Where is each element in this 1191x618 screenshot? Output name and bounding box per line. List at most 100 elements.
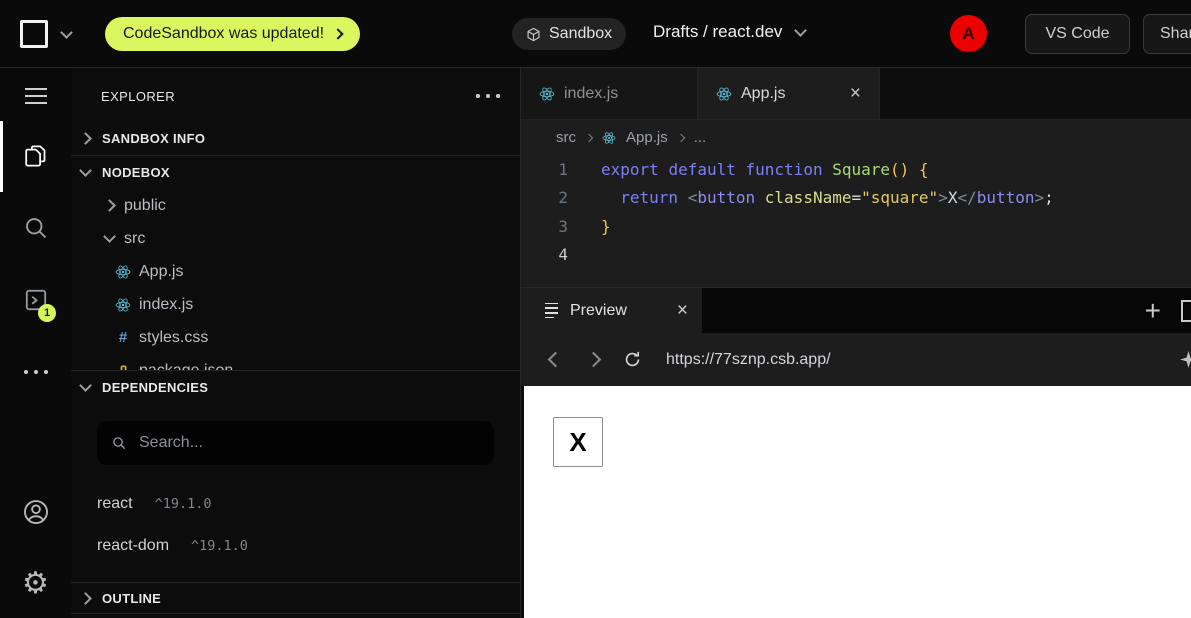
chevron-right-icon bbox=[79, 592, 92, 605]
explorer-more-icon[interactable] bbox=[476, 94, 500, 98]
sandbox-badge-label: Sandbox bbox=[549, 25, 612, 43]
codesandbox-app: CodeSandbox was updated! Sandbox Drafts … bbox=[0, 0, 1191, 618]
section-nodebox[interactable]: NODEBOX bbox=[71, 156, 520, 189]
file-tree-item[interactable]: #styles.css bbox=[71, 321, 520, 354]
explorer-panel: EXPLORER SANDBOX INFO NODEBOX public src A… bbox=[71, 68, 521, 618]
react-icon bbox=[115, 297, 131, 313]
file-name: index.js bbox=[139, 296, 193, 314]
preview-url[interactable]: https://77sznp.csb.app/ bbox=[666, 351, 831, 369]
devtools-view-button[interactable]: 1 bbox=[0, 286, 71, 314]
gear-icon: ⚙ bbox=[22, 569, 49, 599]
main-menu-button[interactable] bbox=[0, 82, 71, 110]
sandbox-badge[interactable]: Sandbox bbox=[512, 18, 626, 50]
section-label: SANDBOX INFO bbox=[102, 131, 205, 146]
tab-label: index.js bbox=[564, 85, 618, 103]
editor-tab-bar: index.js App.js × bbox=[521, 68, 1191, 120]
add-pane-icon[interactable]: + bbox=[1145, 295, 1161, 327]
preview-url-bar: https://77sznp.csb.app/ bbox=[521, 333, 1191, 386]
chevron-down-icon bbox=[795, 24, 808, 37]
activity-bar: 1 ⚙ bbox=[0, 68, 71, 618]
chevron-down-icon bbox=[103, 230, 116, 243]
react-icon bbox=[602, 131, 616, 145]
devtools-badge: 1 bbox=[38, 304, 56, 322]
preview-square-button[interactable]: X bbox=[553, 417, 603, 467]
settings-button[interactable]: ⚙ bbox=[0, 570, 71, 598]
file-tree-item[interactable]: {} package.json bbox=[71, 354, 520, 370]
breadcrumb-folder[interactable]: src bbox=[556, 129, 576, 146]
search-icon bbox=[111, 435, 127, 451]
dependency-search-box bbox=[97, 421, 494, 465]
close-tab-icon[interactable]: × bbox=[850, 84, 861, 103]
dependency-row[interactable]: react-dom^19.1.0 bbox=[71, 525, 520, 567]
file-tree-item[interactable]: index.js bbox=[71, 288, 520, 321]
css-file-icon: # bbox=[115, 329, 131, 346]
line-number: 2 bbox=[521, 188, 601, 207]
line-number: 1 bbox=[521, 160, 601, 179]
file-name: package.json bbox=[139, 362, 233, 371]
chevron-right-icon bbox=[79, 132, 92, 145]
sparkle-icon[interactable] bbox=[1180, 351, 1191, 368]
outline-block: OUTLINE bbox=[71, 582, 520, 618]
code-line[interactable]: 2 return <button className="square">X</b… bbox=[521, 184, 1191, 213]
files-icon bbox=[22, 142, 50, 170]
react-icon bbox=[115, 264, 131, 280]
refresh-button[interactable] bbox=[623, 350, 642, 369]
chevron-right-icon bbox=[585, 133, 593, 141]
avatar-letter: A bbox=[962, 24, 974, 44]
file-name: public bbox=[124, 197, 166, 215]
more-views-button[interactable] bbox=[0, 358, 71, 386]
preview-content: X bbox=[521, 386, 1191, 618]
chevron-right-icon bbox=[332, 28, 343, 39]
tab-app-js[interactable]: App.js × bbox=[698, 68, 880, 119]
refresh-icon bbox=[623, 350, 642, 369]
react-icon bbox=[539, 86, 555, 102]
code-editor[interactable]: 1export default function Square() {2 ret… bbox=[521, 155, 1191, 287]
preview-tab-label: Preview bbox=[570, 302, 627, 320]
chevron-down-icon bbox=[79, 164, 92, 177]
code-line[interactable]: 3} bbox=[521, 212, 1191, 241]
chevron-down-icon bbox=[79, 379, 92, 392]
explorer-view-button[interactable] bbox=[0, 142, 71, 170]
code-line[interactable]: 1export default function Square() { bbox=[521, 155, 1191, 184]
section-sandbox-info[interactable]: SANDBOX INFO bbox=[71, 121, 520, 155]
cube-icon bbox=[526, 27, 541, 42]
chevron-right-icon bbox=[676, 133, 684, 141]
chevron-down-icon bbox=[60, 26, 73, 39]
open-pane-icon[interactable] bbox=[1181, 300, 1191, 322]
project-path-menu[interactable]: Drafts / react.dev bbox=[653, 22, 805, 42]
section-dependencies[interactable]: DEPENDENCIES bbox=[71, 371, 520, 404]
account-button[interactable] bbox=[0, 498, 71, 526]
account-icon bbox=[21, 497, 51, 527]
section-outline[interactable]: OUTLINE bbox=[71, 583, 520, 613]
explorer-header: EXPLORER bbox=[71, 81, 520, 111]
topbar: CodeSandbox was updated! Sandbox Drafts … bbox=[0, 0, 1191, 68]
vscode-button[interactable]: VS Code bbox=[1025, 14, 1130, 54]
tab-index-js[interactable]: index.js bbox=[521, 68, 698, 119]
app-logo-menu[interactable] bbox=[20, 20, 71, 48]
file-tree: public src App.js index.js #styles.css {} pack… bbox=[71, 189, 520, 370]
file-tree-item[interactable]: public bbox=[71, 189, 520, 222]
dependency-name: react bbox=[97, 495, 133, 513]
line-number: 4 bbox=[521, 245, 601, 264]
file-tree-item[interactable]: App.js bbox=[71, 255, 520, 288]
json-file-icon: {} bbox=[115, 363, 131, 370]
update-banner-button[interactable]: CodeSandbox was updated! bbox=[105, 17, 360, 51]
close-preview-icon[interactable]: × bbox=[677, 300, 688, 322]
back-button[interactable] bbox=[547, 354, 563, 365]
ellipsis-icon bbox=[24, 370, 48, 374]
preview-tab-row: Preview × + bbox=[521, 287, 1191, 333]
chevron-right-icon bbox=[103, 199, 116, 212]
file-tree-item[interactable]: src bbox=[71, 222, 520, 255]
dependency-search-input[interactable] bbox=[137, 433, 480, 453]
preview-tab[interactable]: Preview × bbox=[521, 288, 702, 333]
breadcrumb-file[interactable]: App.js bbox=[626, 129, 668, 146]
dependency-row[interactable]: react^19.1.0 bbox=[71, 483, 520, 525]
breadcrumb-more[interactable]: ... bbox=[694, 129, 707, 146]
file-name: src bbox=[124, 230, 145, 248]
forward-button[interactable] bbox=[585, 354, 601, 365]
search-view-button[interactable] bbox=[0, 214, 71, 242]
code-line[interactable]: 4 bbox=[521, 241, 1191, 270]
user-avatar[interactable]: A bbox=[950, 15, 987, 52]
share-button[interactable]: Share bbox=[1143, 14, 1191, 54]
hamburger-icon bbox=[25, 88, 47, 104]
